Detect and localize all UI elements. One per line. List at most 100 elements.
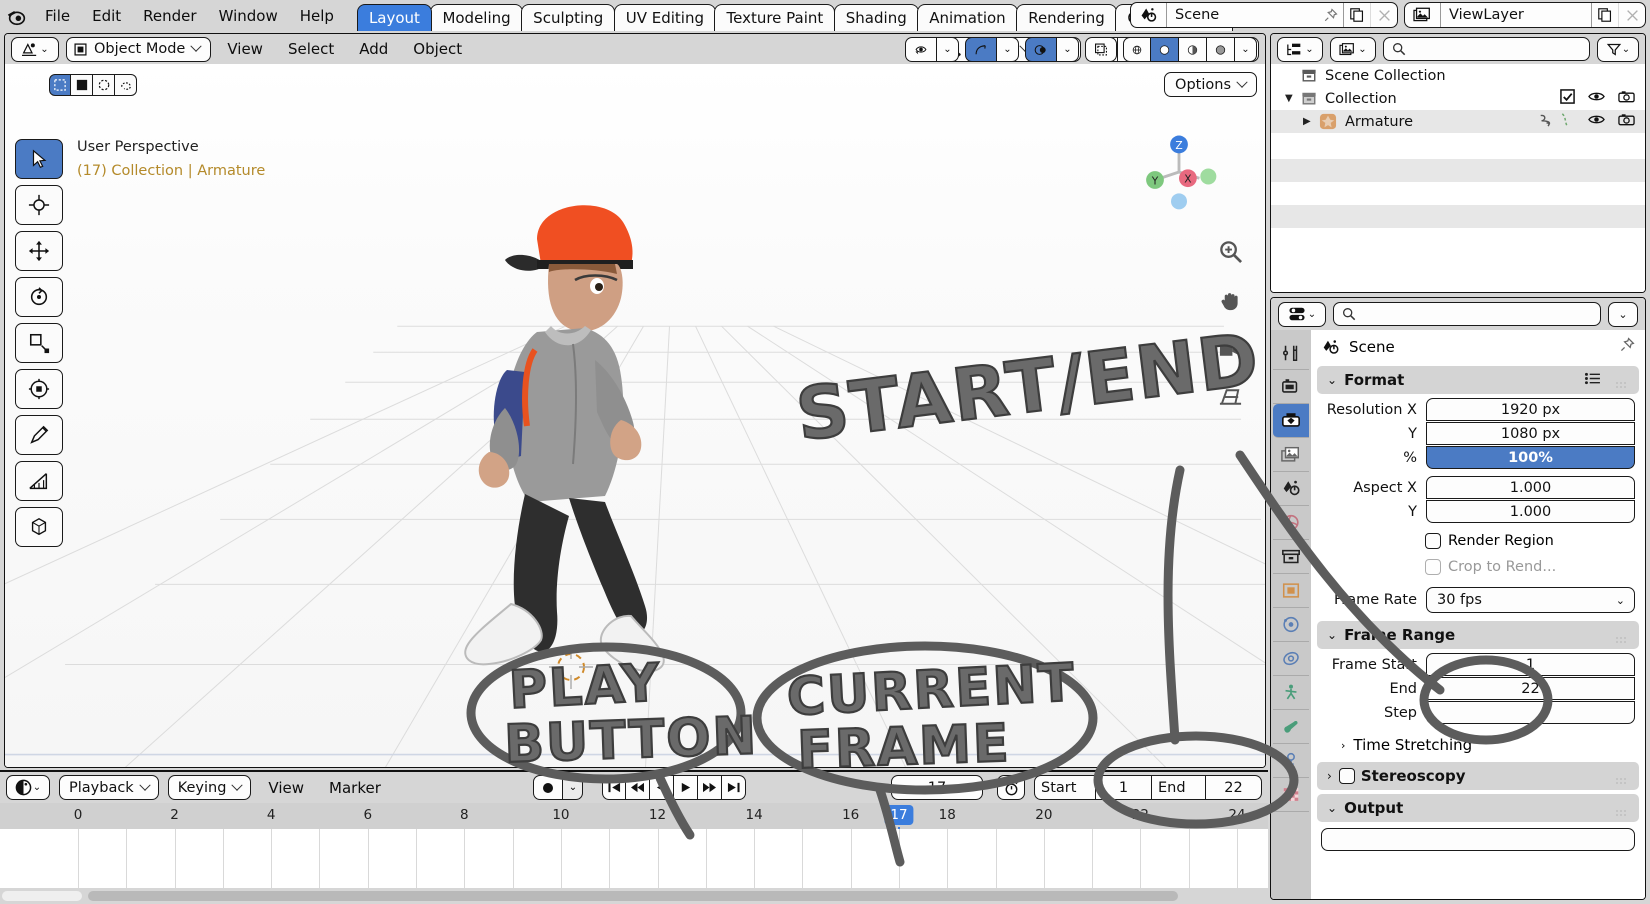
checkbox-render-region[interactable] [1425, 533, 1441, 549]
panel-header-format[interactable]: ⌄ Format [1317, 366, 1639, 394]
workspace-tab-uv-editing[interactable]: UV Editing [613, 4, 716, 31]
shading-wireframe-icon[interactable] [1123, 37, 1151, 62]
panel-header-frame-range[interactable]: ⌄ Frame Range [1317, 621, 1639, 649]
select-frame-rate[interactable]: 30 fps ⌄ [1426, 587, 1635, 613]
zoom-icon[interactable] [1218, 239, 1243, 268]
pin-icon[interactable] [1619, 337, 1635, 357]
properties-editor[interactable]: ⌄ ⌄ Scene ⌄ Format Resolution X 1920 px … [1270, 297, 1646, 900]
checkbox-stereoscopy[interactable] [1338, 768, 1355, 784]
pan-hand-icon[interactable] [1218, 289, 1243, 318]
menu-render[interactable]: Render [132, 0, 207, 31]
animation-data-icon[interactable] [1538, 112, 1554, 131]
pin-icon[interactable] [1317, 7, 1343, 23]
properties-tab-world[interactable] [1273, 506, 1309, 540]
playback-popover-button[interactable]: Playback [59, 775, 159, 800]
panel-triangle-open-icon[interactable]: ⌄ [1327, 373, 1337, 387]
panel-triangle-closed-icon[interactable]: › [1327, 769, 1332, 783]
viewlayer-selector[interactable]: ViewLayer [1404, 2, 1646, 28]
properties-tab-view-layer[interactable] [1273, 438, 1309, 472]
outliner-id-type-icon[interactable]: ⌄ [1330, 36, 1376, 62]
end-frame-label[interactable]: End [1152, 775, 1207, 800]
viewport-menu-view[interactable]: View [218, 37, 272, 62]
editor-type-timeline-icon[interactable]: ⌄ [6, 775, 50, 800]
panel-triangle-closed-icon[interactable]: › [1341, 739, 1345, 752]
gizmo-icon[interactable] [965, 37, 997, 62]
scene-name[interactable]: Scene [1167, 7, 1317, 23]
workspace-tab-sculpting[interactable]: Sculpting [521, 4, 616, 31]
camera-render-icon[interactable] [1618, 113, 1635, 130]
input-resolution-percent[interactable]: 100% [1426, 446, 1635, 469]
viewlayer-icon[interactable] [1405, 3, 1441, 27]
timeline-editor[interactable]: ⌄ Playback Keying View Marker ⌄ 17 Start… [0, 770, 1268, 904]
menu-help[interactable]: Help [289, 0, 345, 31]
input-resolution-x[interactable]: 1920 px [1426, 398, 1635, 421]
current-frame-input[interactable]: 17 [891, 775, 984, 800]
properties-tab-object-data[interactable] [1273, 710, 1309, 744]
xray-toggle-icon[interactable] [1085, 37, 1117, 62]
collection-checkbox[interactable] [1560, 89, 1575, 108]
timeline-menu-marker[interactable]: Marker [321, 775, 389, 800]
input-aspect-y[interactable]: 1.000 [1426, 500, 1635, 523]
panel-grip-icon[interactable] [1615, 631, 1629, 643]
viewport-menu-add[interactable]: Add [350, 37, 397, 62]
presets-list-icon[interactable] [1584, 371, 1601, 389]
workspace-tab-texture-paint[interactable]: Texture Paint [714, 4, 836, 31]
outliner-search-input[interactable] [1383, 37, 1590, 61]
timeline-horizontal-scrollbar[interactable] [88, 891, 1178, 901]
camera-view-icon[interactable] [1218, 339, 1243, 365]
shading-rendered-icon[interactable] [1207, 37, 1235, 62]
new-viewlayer-icon[interactable] [1591, 3, 1618, 27]
overlays-icon[interactable] [1025, 37, 1057, 62]
blender-logo-icon[interactable] [0, 0, 34, 31]
properties-tab-bone[interactable] [1273, 744, 1309, 778]
scene-icon[interactable] [1131, 3, 1167, 27]
select-mode-box[interactable] [71, 74, 93, 96]
scene-selector[interactable]: Scene [1130, 2, 1398, 28]
menu-window[interactable]: Window [208, 0, 289, 31]
shading-material-preview-icon[interactable] [1179, 37, 1207, 62]
workspace-tab-rendering[interactable]: Rendering [1016, 4, 1117, 31]
move-tool[interactable] [15, 231, 63, 271]
outliner-row-collection[interactable]: ▼ Collection [1271, 87, 1645, 110]
panel-header-output[interactable]: ⌄ Output [1317, 794, 1639, 822]
timeline-menu-view[interactable]: View [260, 775, 312, 800]
start-frame-value[interactable]: 1 [1096, 775, 1153, 800]
panel-triangle-open-icon[interactable]: ⌄ [1327, 801, 1337, 815]
properties-tab-modifiers[interactable] [1273, 608, 1309, 642]
rotate-tool[interactable] [15, 277, 63, 317]
keying-popover-button[interactable]: Keying [167, 775, 252, 800]
editor-type-properties-icon[interactable]: ⌄ [1278, 301, 1326, 327]
outliner-editor[interactable]: ⌄ ⌄ ⌄ Scene Collection ▼ Collection ▶ Ar… [1270, 33, 1646, 293]
visibility-chevron-icon[interactable]: ⌄ [937, 37, 959, 62]
viewport-menu-object[interactable]: Object [404, 37, 471, 62]
panel-grip-icon[interactable] [1615, 772, 1629, 784]
shading-chevron-icon[interactable]: ⌄ [1235, 37, 1257, 62]
input-resolution-y[interactable]: 1080 px [1426, 422, 1635, 445]
3d-viewport[interactable]: ⌄ Object Mode View Select Add Object Glo… [4, 33, 1266, 768]
editor-type-3dview-icon[interactable]: ⌄ [11, 36, 59, 62]
subpanel-time-stretching[interactable]: › Time Stretching [1311, 732, 1645, 758]
pose-icon[interactable] [1560, 112, 1570, 131]
properties-tab-collection[interactable] [1273, 540, 1309, 574]
transform-tool[interactable] [15, 369, 63, 409]
eye-visibility-icon[interactable] [1588, 90, 1605, 107]
panel-grip-icon[interactable] [1615, 804, 1629, 816]
input-frame-step[interactable] [1426, 701, 1635, 724]
workspace-tab-shading[interactable]: Shading [833, 4, 919, 31]
add-cube-tool[interactable] [15, 507, 63, 547]
unlink-icon[interactable] [1370, 3, 1397, 27]
select-mode-tweak[interactable] [49, 74, 71, 96]
outliner-row-armature[interactable]: ▶ Armature [1271, 110, 1645, 133]
viewlayer-name[interactable]: ViewLayer [1441, 7, 1591, 23]
measure-tool[interactable] [15, 461, 63, 501]
outliner-row-scene-collection[interactable]: Scene Collection [1271, 64, 1645, 87]
properties-tab-tool[interactable] [1273, 336, 1309, 370]
workspace-tab-layout[interactable]: Layout [356, 4, 432, 31]
viewport-options-button[interactable]: Options [1164, 72, 1257, 97]
new-scene-icon[interactable] [1343, 3, 1370, 27]
chevron-down-icon[interactable]: ⌄ [1608, 301, 1638, 327]
scale-tool[interactable] [15, 323, 63, 363]
properties-tab-render[interactable] [1273, 370, 1309, 404]
properties-tab-particles[interactable] [1273, 642, 1309, 676]
timeline-scroll-left-cap[interactable] [2, 891, 82, 901]
